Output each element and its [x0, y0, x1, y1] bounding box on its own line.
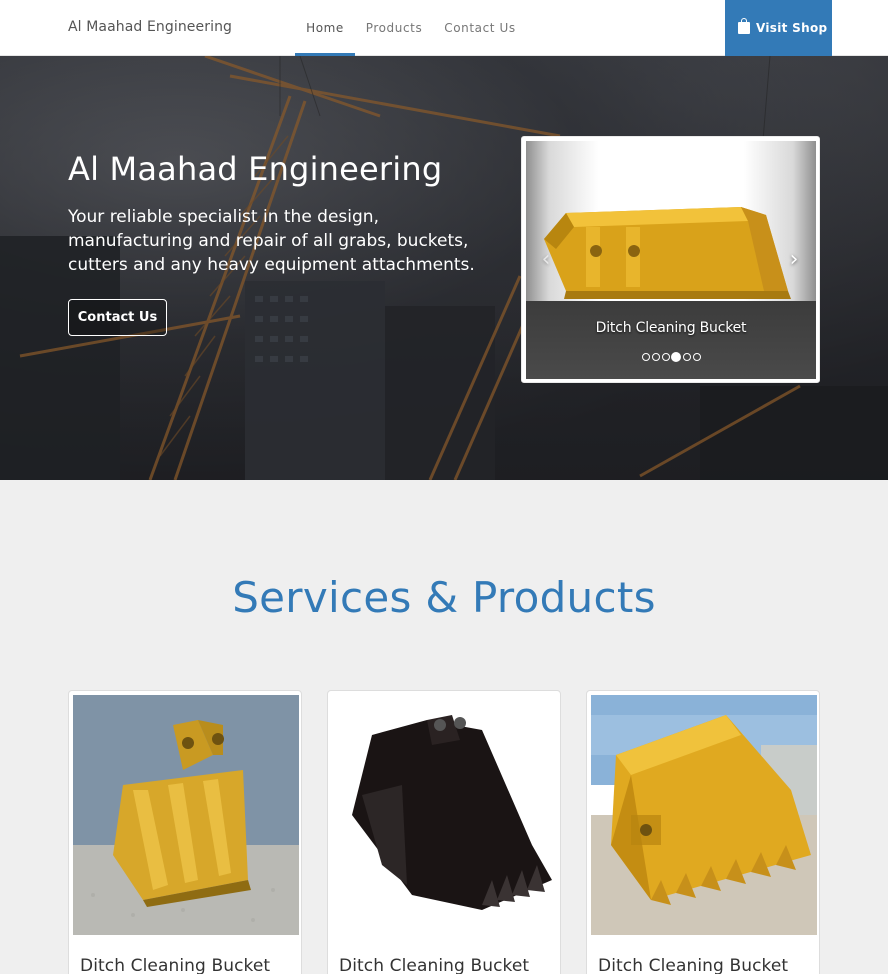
- visit-shop-label: Visit Shop: [756, 21, 828, 35]
- product-card-title[interactable]: Ditch Cleaning Bucket: [598, 956, 788, 974]
- carousel-indicator[interactable]: [642, 353, 650, 361]
- navbar: Al Maahad Engineering Home Products Cont…: [0, 0, 888, 56]
- chevron-right-icon[interactable]: ›: [784, 249, 804, 271]
- chevron-left-icon[interactable]: ‹: [536, 249, 556, 271]
- product-image: [591, 695, 817, 935]
- product-card-title[interactable]: Ditch Cleaning Bucket: [80, 956, 270, 974]
- visit-shop-button[interactable]: Visit Shop: [725, 0, 832, 56]
- product-card-title[interactable]: Ditch Cleaning Bucket: [339, 956, 529, 974]
- product-image: [73, 695, 299, 935]
- product-card[interactable]: Ditch Cleaning Bucket: [586, 690, 820, 974]
- carousel-indicator-active[interactable]: [671, 352, 681, 362]
- hero-title: Al Maahad Engineering: [68, 150, 443, 188]
- carousel-indicators: [642, 352, 702, 363]
- shopping-bag-icon: [738, 18, 750, 34]
- nav-item-products[interactable]: Products: [362, 0, 426, 56]
- carousel-slide-image: [526, 141, 816, 301]
- brand-link[interactable]: Al Maahad Engineering: [68, 19, 232, 35]
- nav-item-home[interactable]: Home: [295, 0, 355, 56]
- carousel-indicator[interactable]: [683, 353, 691, 361]
- product-card[interactable]: Ditch Cleaning Bucket: [327, 690, 561, 974]
- hero-contact-us-button[interactable]: Contact Us: [68, 299, 167, 336]
- nav-item-contact-us[interactable]: Contact Us: [440, 0, 520, 56]
- carousel-caption-background: [526, 301, 816, 379]
- carousel-indicator[interactable]: [662, 353, 670, 361]
- product-image: [332, 695, 558, 935]
- hero-section: Al Maahad Engineering Your reliable spec…: [0, 56, 888, 480]
- carousel-caption: Ditch Cleaning Bucket: [595, 320, 747, 336]
- hero-subtitle: Your reliable specialist in the design, …: [68, 207, 475, 275]
- carousel-indicator[interactable]: [652, 353, 660, 361]
- product-card[interactable]: Ditch Cleaning Bucket: [68, 690, 302, 974]
- carousel-indicator[interactable]: [693, 353, 701, 361]
- product-carousel[interactable]: ‹ › Ditch Cleaning Bucket: [521, 136, 820, 383]
- section-title: Services & Products: [232, 573, 656, 622]
